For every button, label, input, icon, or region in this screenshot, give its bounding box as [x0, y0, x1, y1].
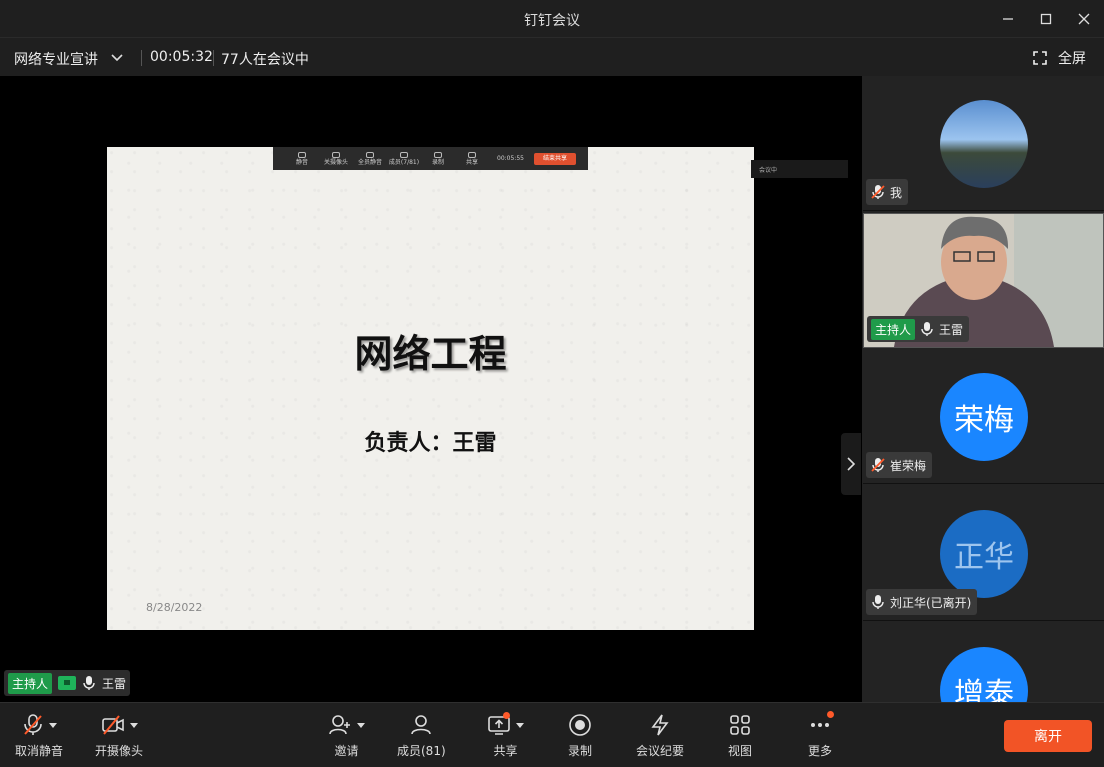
invite-label: 邀请	[334, 744, 359, 758]
camera-label: 开摄像头	[95, 744, 144, 758]
participant-tile[interactable]: 增泰	[863, 623, 1104, 702]
window-title: 钉钉会议	[524, 13, 580, 29]
leave-button[interactable]: 离开	[1004, 720, 1092, 752]
mini-item: 共享	[455, 151, 489, 166]
caret-icon[interactable]	[357, 722, 365, 728]
maximize-icon[interactable]	[1036, 9, 1056, 29]
participant-name: 刘正华(已离开)	[890, 595, 972, 610]
add-user-icon	[329, 715, 350, 735]
host-badge: 主持人	[871, 318, 916, 340]
participant-label: 我	[866, 179, 909, 205]
unmute-button[interactable]: 取消静音	[15, 711, 63, 759]
participant-label: 崔荣梅	[866, 452, 933, 478]
microphone-icon	[872, 595, 884, 609]
mini-item: 成员(7/81)	[387, 151, 421, 166]
minutes-button[interactable]: 会议纪要	[636, 711, 684, 759]
participant-video-tile[interactable]: 主持人 王雷	[863, 213, 1104, 348]
shared-screen-area: 网络工程 负责人：王雷 8/28/2022 静音 关摄像头 全员静音 成员(7/…	[0, 76, 862, 702]
lightning-icon	[651, 714, 669, 736]
caret-icon[interactable]	[48, 722, 57, 728]
mini-item: 全员静音	[353, 151, 387, 166]
fullscreen-icon	[1033, 51, 1047, 65]
collapse-sidebar-button[interactable]	[841, 433, 861, 495]
caret-icon[interactable]	[516, 722, 524, 728]
participant-name: 崔荣梅	[890, 458, 927, 473]
participant-tile[interactable]: 荣梅 崔荣梅	[863, 349, 1104, 484]
chevron-right-icon	[847, 457, 856, 471]
view-button[interactable]: 视图	[728, 711, 752, 759]
close-icon[interactable]	[1074, 9, 1094, 29]
share-label: 共享	[493, 744, 518, 758]
invite-button[interactable]: 邀请	[328, 711, 365, 759]
record-label: 录制	[568, 744, 593, 758]
slide-title: 网络工程	[354, 331, 507, 376]
fullscreen-button[interactable]: 全屏	[1032, 48, 1086, 68]
members-button[interactable]: 成员(81)	[397, 711, 446, 759]
meeting-info-bar: 网络专业宣讲 00:05:32 77人在会议中 全屏	[0, 38, 1104, 76]
minimize-icon[interactable]	[998, 9, 1018, 29]
camera-button[interactable]: 开摄像头	[95, 711, 143, 759]
record-button[interactable]: 录制	[568, 711, 592, 759]
view-label: 视图	[728, 744, 753, 758]
microphone-icon	[83, 676, 95, 690]
chevron-down-icon[interactable]	[108, 48, 126, 66]
screen-share-icon	[58, 676, 77, 690]
avatar: 正华	[940, 510, 1028, 598]
participant-label: 主持人 王雷	[867, 316, 970, 342]
mic-muted-icon	[871, 185, 885, 199]
minutes-label: 会议纪要	[636, 744, 685, 758]
participant-tile[interactable]: 我	[863, 76, 1104, 211]
mini-stop-share: 结束共享	[533, 152, 576, 165]
participant-count: 77人在会议中	[221, 52, 309, 68]
notification-dot	[503, 712, 510, 719]
members-icon	[411, 715, 432, 735]
presenter-label: 主持人 王雷	[4, 670, 131, 696]
meeting-toolbar: 取消静音 开摄像头 邀请 成员(81) 共享 录制 会议纪要 视图 更多 离开	[0, 702, 1104, 767]
host-badge: 主持人	[8, 672, 53, 694]
meeting-name[interactable]: 网络专业宣讲	[14, 49, 98, 69]
share-button[interactable]: 共享	[487, 711, 524, 759]
notification-dot	[827, 711, 834, 718]
record-icon	[569, 714, 591, 736]
participant-name: 王雷	[939, 322, 964, 337]
mini-item: 静音	[285, 151, 319, 166]
more-label: 更多	[808, 744, 833, 758]
participant-sidebar: 我 主持人 王雷 荣梅 崔荣梅 正华 刘正华(已离开) 增泰	[862, 76, 1104, 702]
meeting-timer: 00:05:32	[150, 49, 213, 65]
avatar	[940, 100, 1028, 188]
participant-label: 刘正华(已离开)	[866, 589, 978, 615]
grid-view-icon	[730, 715, 750, 735]
slide-subtitle: 负责人：王雷	[364, 430, 497, 456]
mic-muted-icon	[871, 458, 885, 472]
camera-off-icon	[101, 715, 124, 735]
presenter-mini-toolbar: 静音 关摄像头 全员静音 成员(7/81) 录制 共享 00:05:55 结束共…	[273, 147, 588, 170]
divider	[141, 50, 142, 66]
more-button[interactable]: 更多	[808, 711, 834, 759]
mini-panel-text: 会议中	[759, 167, 778, 174]
caret-icon[interactable]	[129, 722, 138, 728]
presenter-name: 王雷	[102, 676, 127, 691]
unmute-label: 取消静音	[15, 744, 64, 758]
slide-date: 8/28/2022	[146, 601, 203, 614]
avatar: 增泰	[940, 647, 1028, 702]
mini-panel: 会议中	[751, 160, 848, 178]
avatar: 荣梅	[940, 373, 1028, 461]
shared-slide: 网络工程 负责人：王雷 8/28/2022	[107, 147, 754, 630]
members-label: 成员(81)	[397, 744, 446, 758]
mini-item: 录制	[421, 151, 455, 166]
fullscreen-label: 全屏	[1058, 51, 1086, 67]
mini-timer: 00:05:55	[497, 155, 524, 162]
mic-muted-icon	[23, 714, 42, 735]
title-bar: 钉钉会议	[0, 0, 1104, 38]
mini-item: 关摄像头	[319, 151, 353, 166]
divider	[213, 50, 214, 66]
microphone-icon	[921, 322, 933, 336]
participant-tile[interactable]: 正华 刘正华(已离开)	[863, 486, 1104, 621]
participant-name: 我	[890, 185, 903, 200]
